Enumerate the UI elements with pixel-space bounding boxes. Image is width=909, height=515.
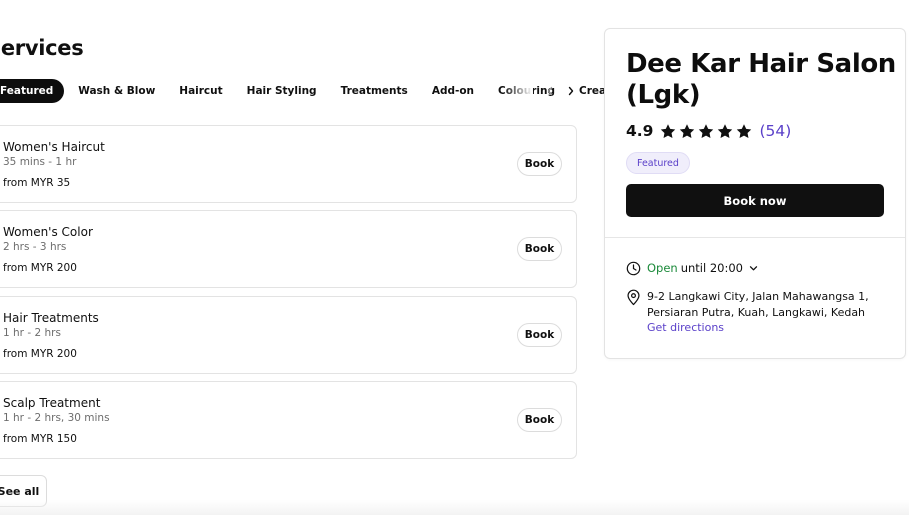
venue-summary-panel: Dee Kar Hair Salon (Lgk) 4.9 (54) Featur… [604, 28, 906, 359]
tab-treatments[interactable]: Treatments [329, 79, 420, 103]
star-icon [717, 123, 733, 138]
book-button[interactable]: Book [517, 408, 562, 432]
chevron-right-icon[interactable] [562, 82, 580, 100]
tab-wash-and-blow[interactable]: Wash & Blow [66, 79, 167, 103]
service-price: from MYR 200 [3, 348, 77, 360]
chevron-down-icon [749, 265, 758, 270]
service-card-womens-haircut[interactable]: Women's Haircut 35 mins - 1 hr from MYR … [0, 125, 577, 203]
star-icon [736, 123, 751, 138]
star-icon [680, 123, 695, 138]
star-icon [698, 123, 714, 138]
star-rating [659, 123, 753, 140]
venue-name: Dee Kar Hair Salon (Lgk) [626, 49, 896, 110]
book-button[interactable]: Book [517, 152, 562, 176]
service-price: from MYR 200 [3, 262, 77, 274]
book-button[interactable]: Book [517, 323, 562, 347]
service-card-hair-treatments[interactable]: Hair Treatments 1 hr - 2 hrs from MYR 20… [0, 296, 577, 374]
tab-hair-styling[interactable]: Hair Styling [235, 79, 329, 103]
service-duration: 2 hrs - 3 hrs [3, 241, 67, 253]
bottom-fade [0, 500, 909, 515]
featured-badge: Featured [626, 152, 690, 174]
get-directions-link[interactable]: Get directions [647, 321, 724, 334]
venue-address: 9-2 Langkawi City, Jalan Mahawangsa 1, P… [647, 290, 869, 319]
clock-icon [626, 261, 641, 275]
service-duration: 1 hr - 2 hrs [3, 327, 61, 339]
service-name: Women's Color [3, 225, 93, 239]
service-category-tabs: Featured Wash & Blow Haircut Hair Stylin… [0, 79, 646, 103]
service-price: from MYR 150 [3, 433, 77, 445]
map-pin-icon [627, 289, 640, 306]
tab-featured[interactable]: Featured [0, 79, 65, 103]
service-card-scalp-treatment[interactable]: Scalp Treatment 1 hr - 2 hrs, 30 mins fr… [0, 381, 577, 459]
opening-hours-toggle[interactable]: Open until 20:00 [626, 259, 764, 277]
tab-add-on[interactable]: Add-on [420, 79, 486, 103]
divider [605, 237, 905, 238]
open-status: Open [647, 261, 678, 275]
book-now-button[interactable]: Book now [626, 184, 884, 217]
service-duration: 1 hr - 2 hrs, 30 mins [3, 412, 110, 424]
rating-row: 4.9 (54) [626, 120, 791, 142]
service-name: Scalp Treatment [3, 396, 101, 410]
service-card-womens-color[interactable]: Women's Color 2 hrs - 3 hrs from MYR 200… [0, 210, 577, 288]
book-button[interactable]: Book [517, 237, 562, 261]
review-count-link[interactable]: (54) [759, 122, 791, 140]
tab-haircut[interactable]: Haircut [167, 79, 234, 103]
service-price: from MYR 35 [3, 177, 71, 189]
open-until: until 20:00 [680, 261, 743, 275]
star-icon [661, 123, 676, 138]
tabs-fade-overlay [503, 79, 533, 103]
service-name: Women's Haircut [3, 140, 105, 154]
service-duration: 35 mins - 1 hr [3, 156, 77, 168]
rating-value: 4.9 [626, 122, 654, 140]
chevron-left-icon[interactable] [541, 82, 559, 100]
service-name: Hair Treatments [3, 311, 99, 325]
services-title: Services [0, 36, 84, 60]
